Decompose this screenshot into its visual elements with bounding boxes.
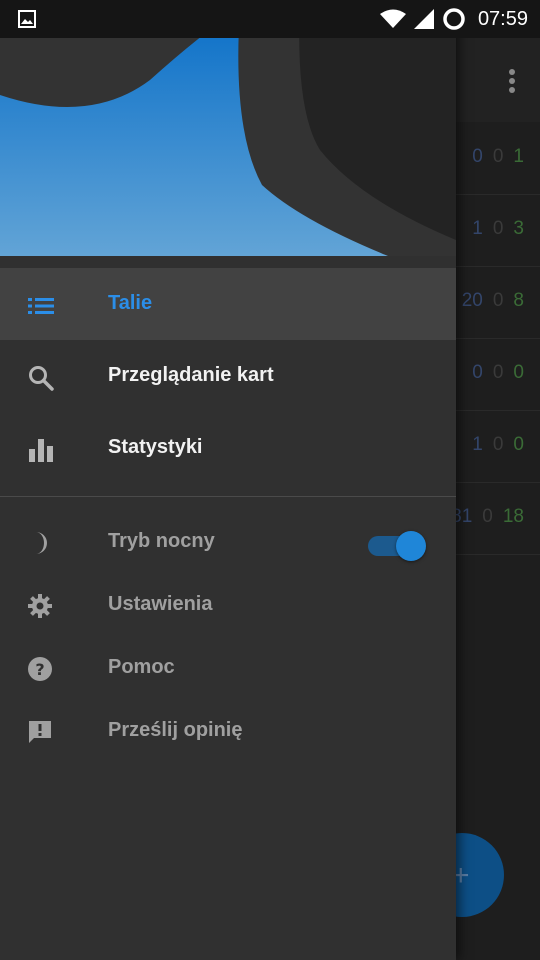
review-count: 3 — [513, 218, 524, 239]
feedback-icon — [29, 721, 51, 743]
svg-text:?: ? — [35, 660, 44, 679]
review-count: 0 — [513, 434, 524, 455]
list-icon — [28, 298, 54, 314]
gear-icon — [28, 594, 52, 618]
learn-count: 0 — [492, 362, 504, 383]
learn-count: 0 — [492, 146, 504, 167]
nav-item-label: Przeglądanie kart — [108, 364, 274, 386]
list-item[interactable]: 100 — [456, 410, 540, 483]
nav-item-label: Pomoc — [108, 656, 175, 678]
new-count: 20 — [461, 290, 483, 311]
nav-item-browse-cards[interactable]: Przeglądanie kart — [0, 340, 456, 412]
header-artwork — [0, 0, 456, 256]
night-mode-label: Tryb nocny — [108, 530, 215, 552]
list-item[interactable]: 103 — [456, 194, 540, 267]
night-mode-row[interactable]: Tryb nocny — [0, 512, 456, 574]
learn-count: 0 — [482, 506, 493, 527]
new-count: 0 — [472, 146, 483, 167]
nav-item-decks[interactable]: Talie — [0, 268, 456, 340]
nav-item-label: Ustawienia — [108, 593, 213, 615]
nav-item-label: Talie — [108, 292, 153, 314]
new-count: 0 — [472, 362, 483, 383]
image-icon — [18, 10, 36, 28]
circle-icon — [443, 8, 465, 30]
bar-chart-icon — [29, 439, 53, 462]
status-bar: 07:59 — [0, 0, 540, 38]
help-icon: ? — [28, 657, 52, 681]
drawer-header-image — [0, 0, 456, 256]
list-item[interactable]: 000 — [456, 338, 540, 411]
nav-item-settings[interactable]: Ustawienia — [0, 575, 456, 637]
new-count: 1 — [472, 434, 483, 455]
night-mode-toggle[interactable] — [368, 529, 428, 561]
nav-item-label: Statystyki — [108, 436, 203, 458]
divider — [0, 496, 456, 497]
wifi-icon — [379, 9, 406, 28]
toggle-thumb — [396, 531, 426, 561]
nav-item-feedback[interactable]: Prześlij opinię — [0, 701, 456, 763]
nav-item-label: Prześlij opinię — [108, 719, 243, 741]
new-count: 1 — [472, 218, 483, 239]
review-count: 0 — [513, 362, 524, 383]
learn-count: 0 — [492, 434, 504, 455]
review-count: 1 — [513, 146, 524, 167]
list-item[interactable]: 81 0 18 — [451, 482, 540, 555]
nav-item-statistics[interactable]: Statystyki — [0, 412, 456, 484]
review-count: 18 — [502, 506, 524, 527]
list-item[interactable]: 001 — [456, 122, 540, 195]
clock: 07:59 — [477, 7, 528, 30]
search-icon — [29, 366, 54, 391]
signal-icon — [413, 9, 434, 29]
review-count: 8 — [513, 290, 524, 311]
overflow-menu-icon[interactable] — [508, 68, 516, 94]
moon-icon — [36, 532, 47, 554]
list-item[interactable]: 20 0 8 — [456, 266, 540, 339]
learn-count: 0 — [492, 218, 504, 239]
nav-item-help[interactable]: ? Pomoc — [0, 638, 456, 700]
learn-count: 0 — [492, 290, 504, 311]
navigation-drawer: Talie Przeglądanie kart Statystyki Tryb … — [0, 0, 456, 960]
